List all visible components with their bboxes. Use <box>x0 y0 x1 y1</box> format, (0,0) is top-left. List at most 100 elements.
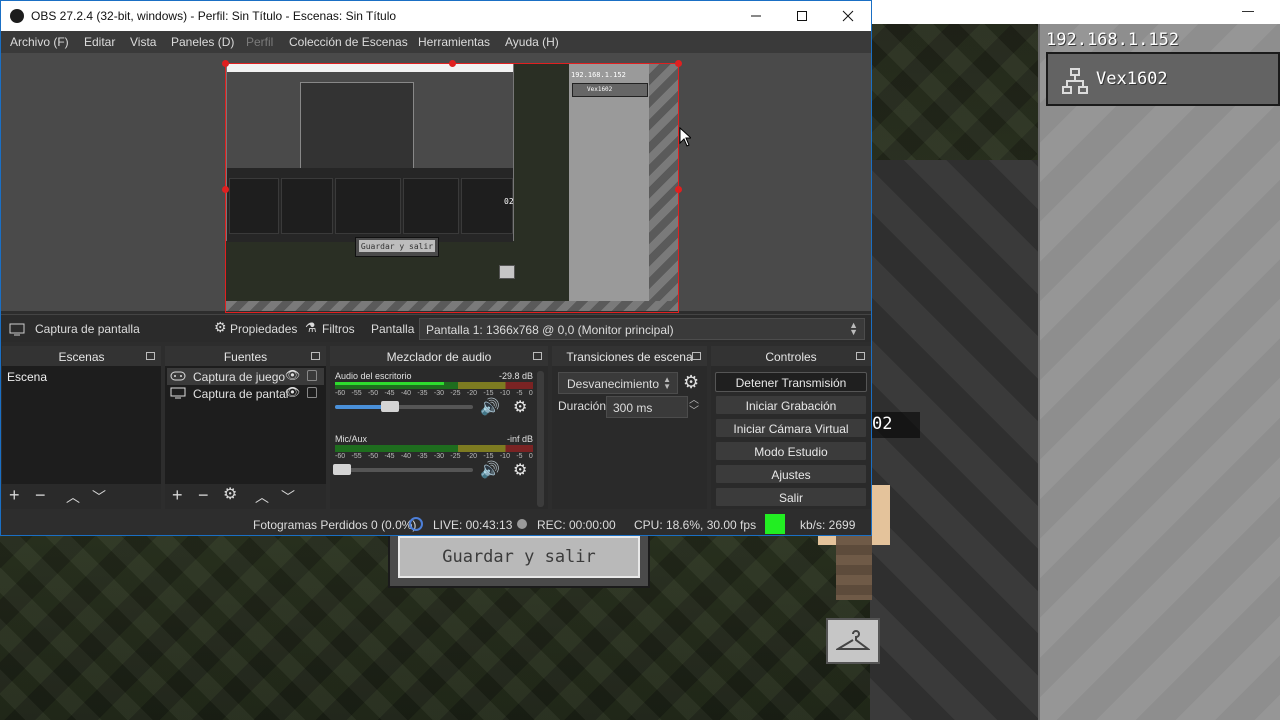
menu-view[interactable]: Vista <box>130 35 156 49</box>
visibility-eye-icon[interactable]: 👁 <box>285 385 300 399</box>
filters-button[interactable]: Filtros <box>322 322 355 336</box>
duration-input[interactable]: 300 ms <box>606 396 688 418</box>
obs-window: OBS 27.2.4 (32-bit, windows) - Perfil: S… <box>0 0 872 536</box>
remove-icon[interactable]: − <box>198 486 209 504</box>
server-entry[interactable]: Vex1602 <box>1046 52 1280 106</box>
display-select-value: Pantalla 1: 1366x768 @ 0,0 (Monitor prin… <box>426 323 674 337</box>
volume-meter <box>335 382 533 389</box>
server-ip-label: 192.168.1.152 <box>1046 30 1180 50</box>
settings-button[interactable]: Ajustes <box>715 464 867 484</box>
display-label: Pantalla <box>371 322 415 336</box>
slider-knob[interactable] <box>332 464 351 475</box>
meter-tick-label: -5 <box>516 453 523 460</box>
studio-mode-button[interactable]: Modo Estudio <box>715 441 867 461</box>
stop-streaming-button[interactable]: Detener Transmisión <box>715 372 867 392</box>
resize-handle[interactable] <box>675 60 682 67</box>
record-dot-icon <box>517 519 527 529</box>
gamepad-icon <box>170 371 186 381</box>
stream-health-indicator <box>765 514 785 534</box>
menu-scene-collection[interactable]: Colección de Escenas <box>289 35 408 49</box>
screen-capture-source[interactable]: 192.168.1.152 Vex1602 02 Guardar y salir <box>226 63 678 311</box>
visibility-eye-icon[interactable]: 👁 <box>285 368 300 382</box>
speaker-icon[interactable]: 🔊 <box>480 460 500 480</box>
meter-tick-label: -35 <box>417 390 428 397</box>
meter-tick-label: -15 <box>483 453 494 460</box>
move-up-icon[interactable]: ︿ <box>66 488 80 506</box>
undock-icon[interactable] <box>856 352 865 360</box>
undock-icon[interactable] <box>533 352 542 360</box>
resize-handle[interactable] <box>222 186 229 193</box>
menu-file[interactable]: Archivo (F) <box>10 35 69 49</box>
exit-button[interactable]: Salir <box>715 487 867 507</box>
save-and-quit-button[interactable]: Guardar y salir <box>388 530 650 588</box>
hanger-icon[interactable] <box>826 618 880 664</box>
meter-tick-label: -60 <box>335 453 346 460</box>
menu-docks[interactable]: Paneles (D) <box>171 35 234 49</box>
channel-db: -inf dB <box>506 434 533 444</box>
transitions-dock: Transiciones de escena <box>552 346 707 509</box>
meter-tick-label: 0 <box>528 390 533 397</box>
window-title: OBS 27.2.4 (32-bit, windows) - Perfil: S… <box>31 9 397 23</box>
bitrate: kb/s: 2699 <box>800 518 856 532</box>
resize-handle[interactable] <box>222 60 229 67</box>
duration-label: Duración <box>558 399 607 413</box>
minimize-button[interactable] <box>733 1 779 31</box>
volume-slider[interactable] <box>335 401 473 412</box>
monitor-icon <box>9 323 25 336</box>
channel-name: Audio del escritorio <box>335 371 412 381</box>
undock-icon[interactable] <box>146 352 155 360</box>
move-down-icon[interactable]: ﹀ <box>92 488 106 506</box>
gear-icon[interactable]: ⚙ <box>513 397 527 417</box>
filter-icon: ⚗ <box>305 320 317 335</box>
obs-logo-icon <box>10 9 24 23</box>
meter-tick-label: -45 <box>384 453 395 460</box>
resize-handle[interactable] <box>449 60 456 67</box>
capture-hanger-icon <box>499 265 515 279</box>
move-down-icon[interactable]: ﹀ <box>281 488 295 506</box>
add-icon[interactable]: + <box>9 486 20 504</box>
transition-select[interactable]: Desvanecimiento ▲ ▼ <box>558 372 678 394</box>
maximize-button[interactable] <box>779 1 825 31</box>
minimize-icon[interactable] <box>1242 11 1254 12</box>
lock-icon[interactable] <box>307 387 317 398</box>
gear-icon[interactable]: ⚙ <box>683 372 699 393</box>
add-icon[interactable]: + <box>172 486 183 504</box>
display-select[interactable]: Pantalla 1: 1366x768 @ 0,0 (Monitor prin… <box>419 318 865 340</box>
source-item[interactable]: Captura de pantal 👁 <box>167 385 324 402</box>
move-up-icon[interactable]: ︿ <box>255 488 269 506</box>
mixer-scrollbar[interactable] <box>537 371 544 507</box>
menu-tools[interactable]: Herramientas <box>418 35 490 49</box>
resize-handle[interactable] <box>675 186 682 193</box>
meter-tick-label: -40 <box>400 390 412 397</box>
speaker-icon[interactable]: 🔊 <box>480 397 500 417</box>
start-virtual-camera-button[interactable]: Iniciar Cámara Virtual <box>715 418 867 438</box>
meter-tick-label: -35 <box>417 453 428 460</box>
meter-tick-label: -10 <box>499 453 510 460</box>
remove-icon[interactable]: − <box>35 486 46 504</box>
source-label: Captura de pantal <box>193 387 289 401</box>
sources-dock: Fuentes Captura de juego 👁 Captura de pa… <box>165 346 326 509</box>
gear-icon[interactable]: ⚙ <box>513 460 527 480</box>
source-item[interactable]: Captura de juego 👁 <box>167 368 324 385</box>
menu-edit[interactable]: Editar <box>84 35 115 49</box>
volume-slider[interactable] <box>332 464 473 475</box>
gear-icon: ⚙ <box>214 319 227 335</box>
scenes-list: Escena <box>2 366 161 484</box>
undock-icon[interactable] <box>311 352 320 360</box>
menu-help[interactable]: Ayuda (H) <box>505 35 559 49</box>
capture-nametag: 02 <box>504 197 514 206</box>
gear-icon[interactable]: ⚙ <box>223 486 237 504</box>
lock-icon[interactable] <box>307 370 317 381</box>
meter-tick-label: -25 <box>450 390 461 397</box>
minimize-icon <box>751 15 761 17</box>
select-arrows-icon: ▲ ▼ <box>663 375 671 391</box>
undock-icon[interactable] <box>692 352 701 360</box>
meter-tick-label: 0 <box>528 453 533 460</box>
slider-knob[interactable] <box>381 401 400 412</box>
close-button[interactable] <box>825 1 871 31</box>
start-recording-button[interactable]: Iniciar Grabación <box>715 395 867 415</box>
properties-button[interactable]: Propiedades <box>230 322 297 336</box>
menu-bar: Archivo (F) Editar Vista Paneles (D) Per… <box>1 31 871 53</box>
scene-item[interactable]: Escena <box>4 368 159 386</box>
spin-arrows-icon[interactable]: ︿ ﹀ <box>689 395 699 417</box>
